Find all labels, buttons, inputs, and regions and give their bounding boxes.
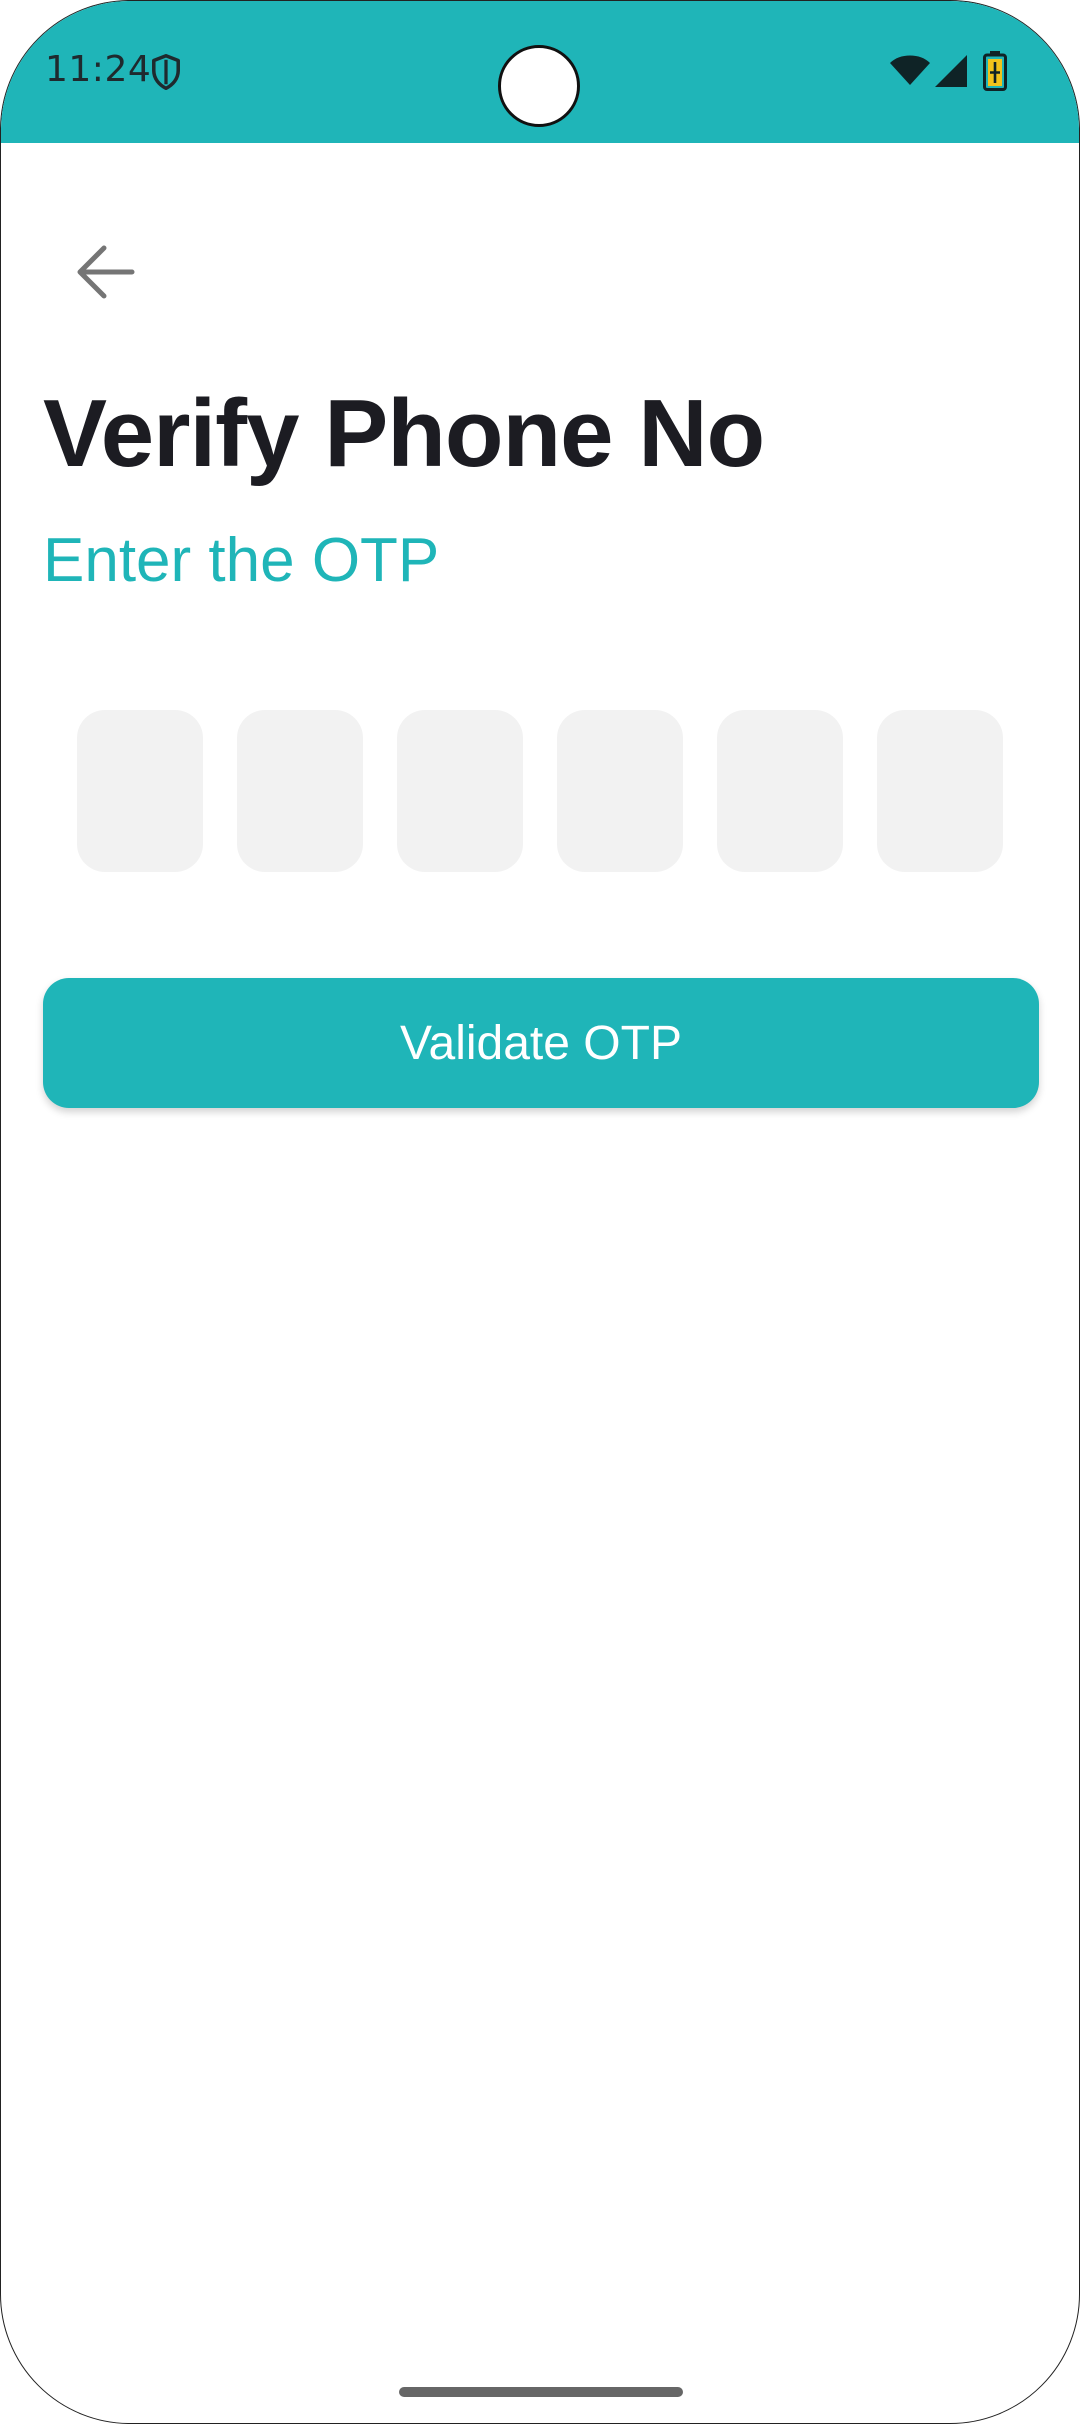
back-button[interactable] bbox=[63, 229, 149, 315]
arrow-left-icon bbox=[77, 245, 135, 299]
otp-digit-2-field[interactable] bbox=[237, 710, 363, 872]
camera-cutout bbox=[498, 45, 580, 127]
page-subtitle: Enter the OTP bbox=[43, 526, 440, 595]
phone-screen: 11:24 Verify Phone No Enter the OTP Vali… bbox=[0, 0, 1080, 2424]
page-title: Verify Phone No bbox=[43, 380, 765, 487]
battery-icon bbox=[983, 51, 1007, 91]
status-bar: 11:24 bbox=[1, 1, 1079, 143]
otp-digit-3-field[interactable] bbox=[397, 710, 523, 872]
otp-digit-4-field[interactable] bbox=[557, 710, 683, 872]
otp-digit-5-field[interactable] bbox=[717, 710, 843, 872]
wifi-icon bbox=[890, 55, 930, 85]
home-indicator[interactable] bbox=[399, 2387, 683, 2397]
otp-digit-1-field[interactable] bbox=[77, 710, 203, 872]
shield-icon bbox=[152, 53, 180, 91]
signal-icon bbox=[935, 55, 967, 87]
validate-otp-button[interactable]: Validate OTP bbox=[43, 978, 1039, 1108]
otp-input-row bbox=[77, 710, 1005, 872]
otp-digit-6-field[interactable] bbox=[877, 710, 1003, 872]
status-time: 11:24 bbox=[45, 49, 152, 90]
